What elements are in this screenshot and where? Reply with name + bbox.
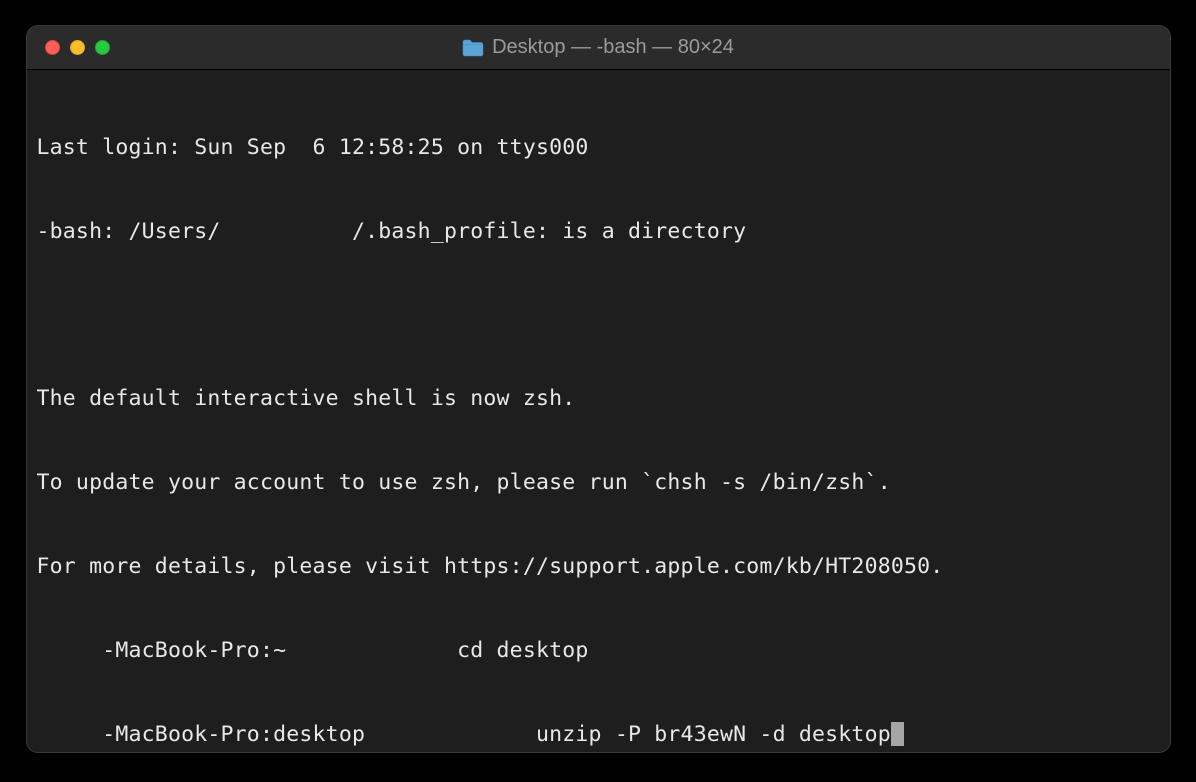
close-button[interactable]: [45, 40, 60, 55]
terminal-body[interactable]: Last login: Sun Sep 6 12:58:25 on ttys00…: [27, 70, 1170, 752]
maximize-button[interactable]: [95, 40, 110, 55]
titlebar-title: Desktop — -bash — 80×24: [27, 36, 1170, 59]
traffic-lights: [45, 40, 110, 55]
terminal-line: To update your account to use zsh, pleas…: [37, 469, 1160, 497]
terminal-line: [37, 302, 1160, 330]
terminal-line: -MacBook-Pro:~ cd desktop: [37, 637, 1160, 665]
terminal-line: -bash: /Users/ /.bash_profile: is a dire…: [37, 218, 1160, 246]
terminal-line: The default interactive shell is now zsh…: [37, 385, 1160, 413]
terminal-line: For more details, please visit https://s…: [37, 553, 1160, 581]
terminal-text: -MacBook-Pro:desktop unzip -P br43ewN -d…: [37, 722, 891, 747]
minimize-button[interactable]: [70, 40, 85, 55]
cursor: [891, 722, 904, 746]
titlebar[interactable]: Desktop — -bash — 80×24: [27, 26, 1170, 70]
folder-icon: [462, 39, 484, 57]
terminal-current-line: -MacBook-Pro:desktop unzip -P br43ewN -d…: [37, 721, 1160, 749]
window-title-text: Desktop — -bash — 80×24: [492, 36, 734, 59]
terminal-line: Last login: Sun Sep 6 12:58:25 on ttys00…: [37, 134, 1160, 162]
terminal-window: Desktop — -bash — 80×24 Last login: Sun …: [26, 25, 1171, 753]
